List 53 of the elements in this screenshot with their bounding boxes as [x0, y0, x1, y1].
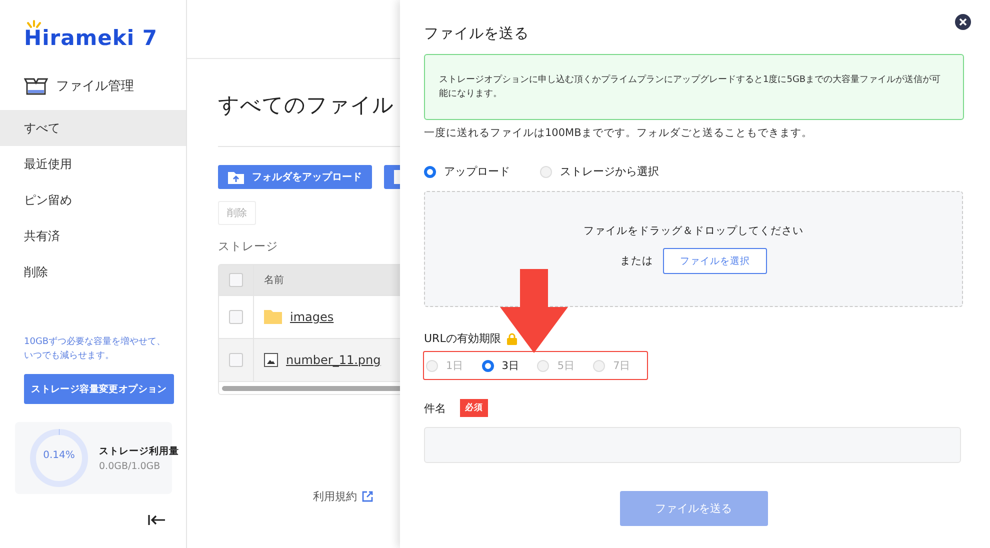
file-name-link[interactable]: images [290, 310, 334, 324]
box-icon [24, 76, 48, 96]
expiry-option[interactable]: 3日 [482, 358, 520, 372]
usage-title: ストレージ利用量 [99, 444, 179, 458]
option-label: 5日 [557, 358, 576, 372]
usage-amount: 0.0GB/1.0GB [99, 460, 162, 472]
promo-text: 10GBずつ必要な容量を増やせて、いつでも減らせます。 [24, 336, 167, 364]
terms-link[interactable]: 利用規約 [313, 489, 357, 504]
nav-item[interactable]: 最近使用 [0, 146, 186, 182]
or-text: または [620, 254, 653, 268]
subject-input-field[interactable] [424, 427, 961, 463]
expiry-label: URLの有効期限 [424, 331, 501, 346]
checkbox[interactable] [229, 310, 243, 324]
usage-percent: 0.14% [42, 450, 76, 461]
column-header: 名前 [263, 274, 284, 287]
source-option[interactable]: アップロード [424, 164, 510, 179]
required-badge: 必須 [460, 399, 488, 417]
option-label: アップロード [444, 164, 510, 179]
option-label: ストレージから選択 [560, 164, 659, 179]
folder-icon [264, 310, 282, 324]
section-heading: ファイル管理 [56, 78, 134, 95]
drop-zone[interactable]: ファイルをドラッグ＆ドロップしてください または ファイルを選択 [424, 191, 963, 307]
section-label: ストレージ [218, 239, 279, 254]
close-icon[interactable] [955, 14, 971, 30]
nav-item[interactable]: ピン留め [0, 182, 186, 218]
logo-text: Hirameki 7 [24, 26, 158, 50]
image-icon [264, 353, 278, 367]
source-option[interactable]: ストレージから選択 [540, 164, 659, 179]
external-link-icon [362, 491, 373, 502]
limit-note: 一度に送れるファイルは100MBまでです。フォルダごと送ることもできます。 [424, 126, 814, 140]
usage-ring [27, 426, 91, 490]
choose-file-button[interactable]: ファイルを選択 [663, 248, 767, 274]
option-label: 1日 [446, 358, 464, 372]
folder-upload-icon [228, 170, 244, 184]
nav-item[interactable]: 削除 [0, 254, 186, 290]
storage-option-button[interactable]: ストレージ容量変更オプション [24, 374, 174, 404]
option-label: 7日 [613, 358, 631, 372]
page-title: すべてのファイル [218, 92, 394, 119]
drop-hint: ファイルをドラッグ＆ドロップしてください [584, 224, 804, 238]
collapse-icon[interactable] [148, 514, 166, 526]
file-name-link[interactable]: number_11.png [286, 353, 381, 367]
upload-folder-button[interactable]: フォルダをアップロード [218, 165, 372, 189]
subject-label: 件名 [424, 400, 446, 416]
option-label: 3日 [502, 358, 520, 372]
radio-button[interactable] [424, 166, 436, 178]
checkbox[interactable] [229, 273, 243, 287]
nav-item[interactable]: 共有済 [0, 218, 186, 254]
checkbox[interactable] [229, 353, 243, 367]
notice-text: ストレージオプションに申し込む頂くかプライムプランにアップグレードすると1度に5GBまでの大容量ファイルが送信が可能になります。 [439, 73, 942, 101]
radio-button[interactable] [482, 360, 494, 372]
panel-title: ファイルを送る [424, 25, 530, 44]
sparkle-icon [26, 20, 42, 28]
nav-item[interactable]: すべて [0, 110, 186, 146]
